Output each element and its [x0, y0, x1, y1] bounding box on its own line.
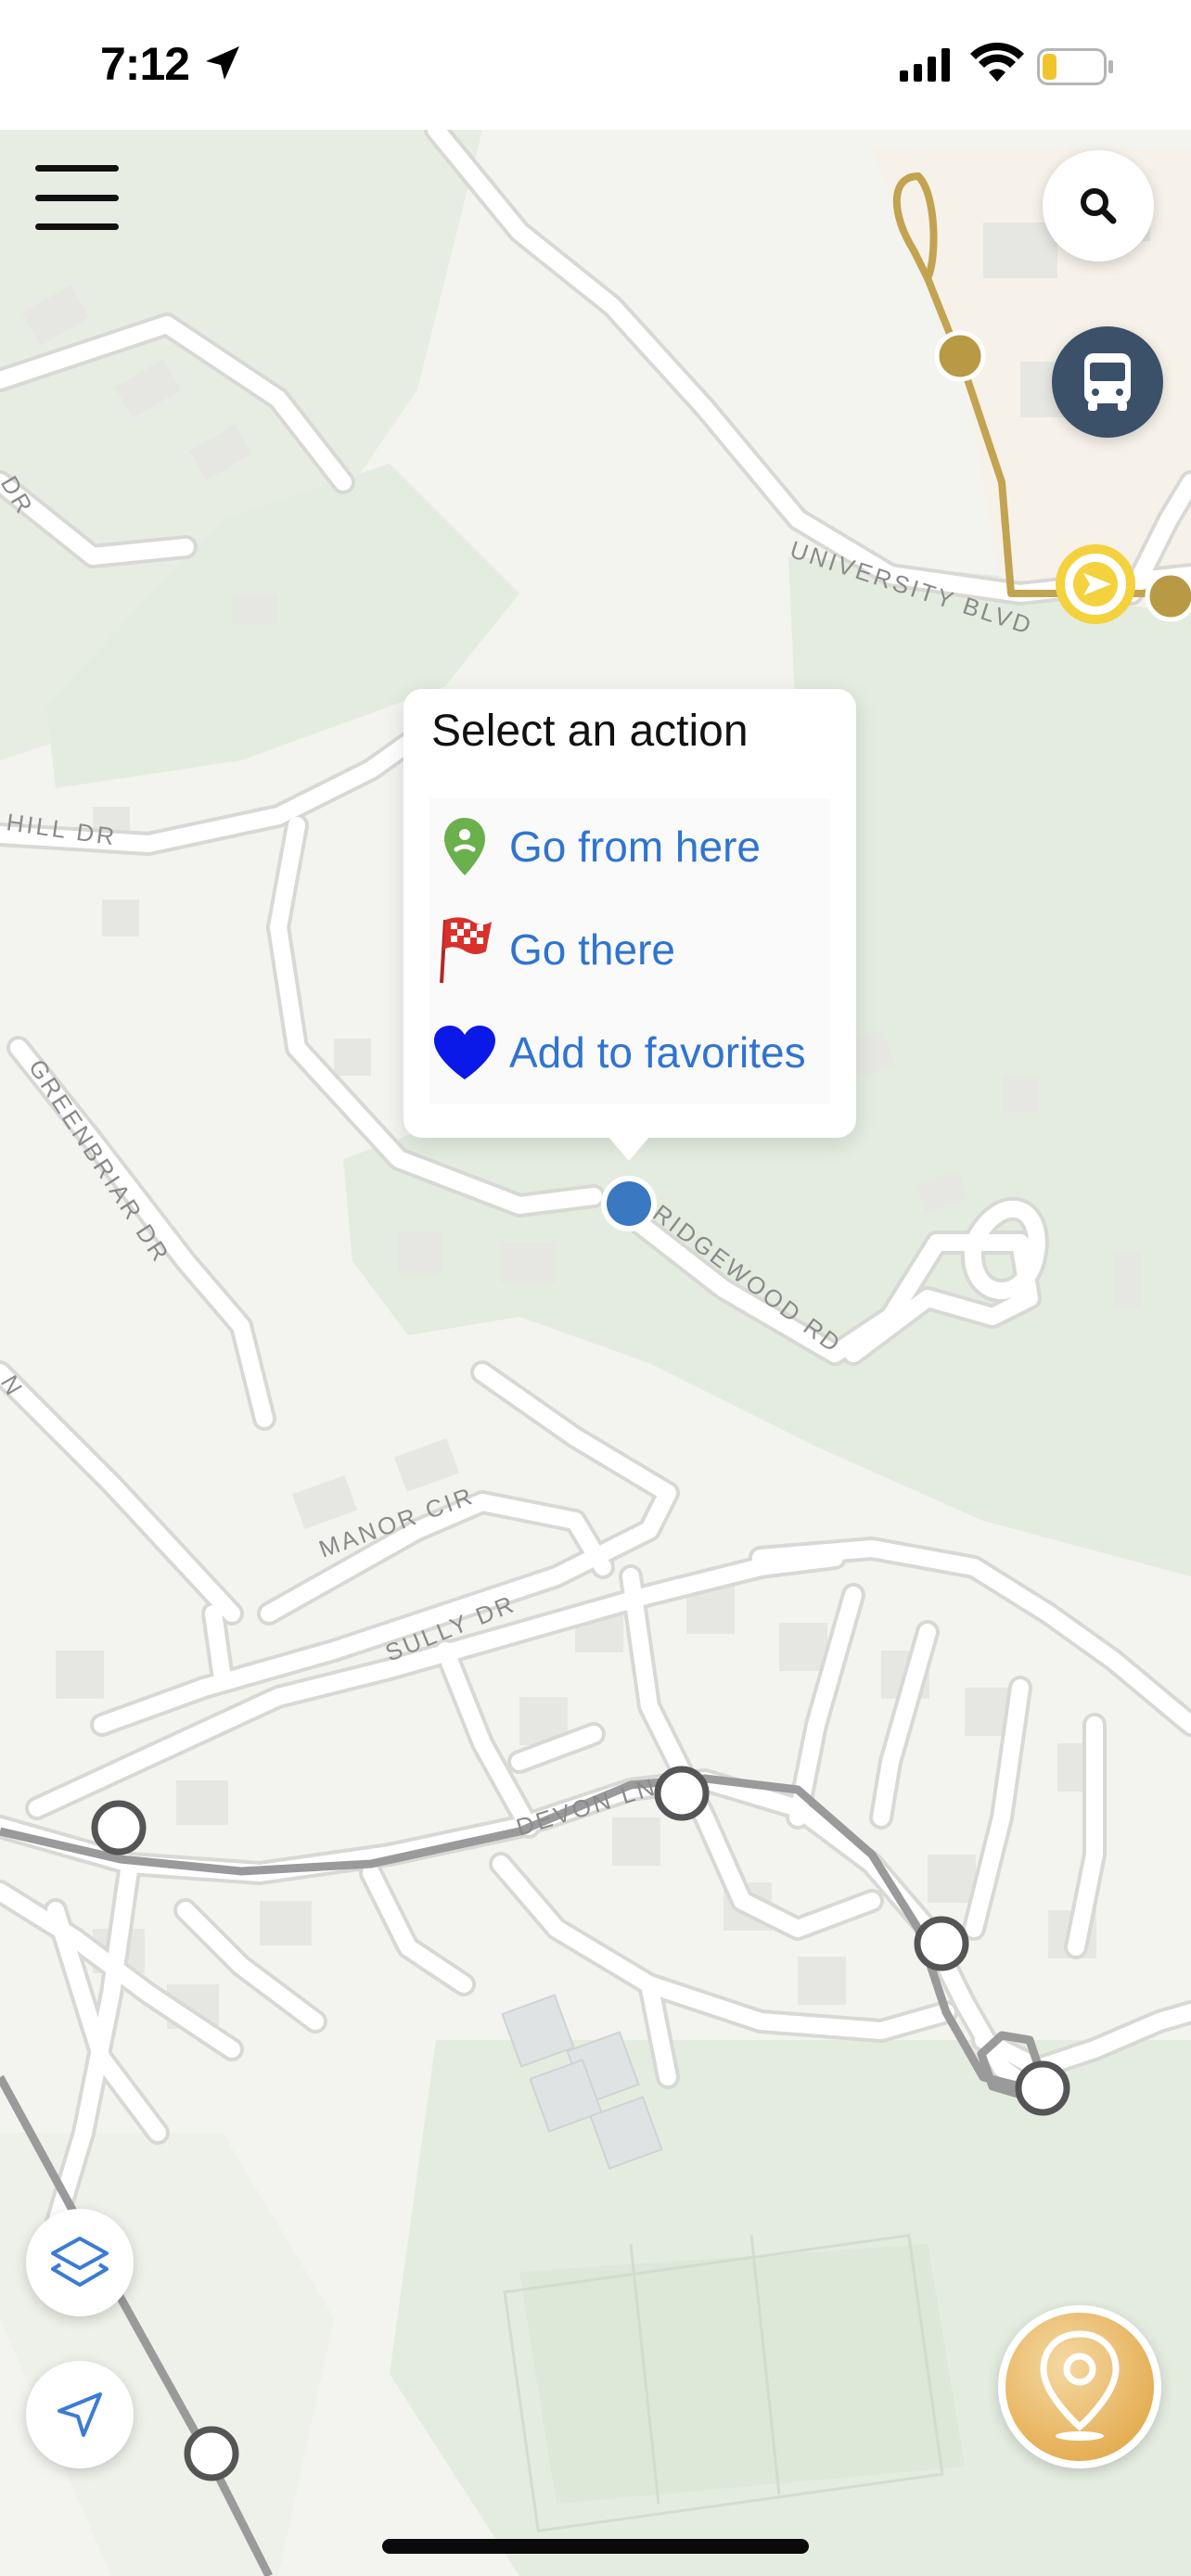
add-to-favorites-button[interactable]: Add to favorites: [429, 1006, 830, 1099]
go-from-here-label: Go from here: [509, 823, 761, 871]
layers-button[interactable]: [26, 2209, 134, 2316]
status-bar: 7:12: [0, 0, 1191, 130]
menu-line: [35, 194, 119, 201]
status-time: 7:12: [100, 38, 190, 90]
checkered-flag-icon: [440, 917, 492, 984]
drop-pin-button[interactable]: [998, 2305, 1161, 2468]
locate-button[interactable]: [26, 2361, 134, 2468]
wifi-icon: [970, 43, 1024, 82]
location-arrow-icon: [206, 46, 239, 80]
go-there-button[interactable]: Go there: [429, 903, 830, 996]
action-popup: Select an action Go from here Go there A…: [403, 689, 856, 1138]
go-there-label: Go there: [509, 925, 675, 974]
popup-pointer: [597, 1124, 660, 1161]
popup-title: Select an action: [431, 707, 749, 756]
selected-point-marker[interactable]: [607, 1181, 651, 1226]
bus-icon: [1084, 353, 1131, 411]
navigation-arrow-icon: [58, 2392, 102, 2437]
search-button[interactable]: [1043, 150, 1154, 261]
menu-line: [35, 165, 119, 172]
bus-button[interactable]: [1052, 326, 1163, 438]
battery-icon: [1037, 48, 1113, 85]
popup-action-list: Go from here Go there Add to favorites: [429, 798, 830, 1104]
map-pin-icon: [1040, 2330, 1120, 2441]
hamburger-menu-icon[interactable]: [35, 165, 119, 230]
layers-icon: [51, 2237, 109, 2287]
add-to-favorites-label: Add to favorites: [509, 1028, 806, 1077]
go-from-here-button[interactable]: Go from here: [429, 800, 830, 893]
map-svg: UNIVERSITY BLVD HILL DR GREENBRIAR DR RI…: [0, 130, 1191, 2576]
heart-icon: [434, 1026, 495, 1079]
map-canvas[interactable]: UNIVERSITY BLVD HILL DR GREENBRIAR DR RI…: [0, 130, 1191, 2576]
green-pin-icon: [444, 818, 485, 875]
map-app-screen: 7:12 UNIVERSITY BLVD HILL DR GREENBRIAR …: [0, 0, 1191, 2576]
menu-line: [35, 223, 119, 230]
search-icon: [1081, 188, 1117, 224]
home-indicator[interactable]: [382, 2539, 809, 2554]
cellular-signal-icon: [900, 48, 950, 82]
